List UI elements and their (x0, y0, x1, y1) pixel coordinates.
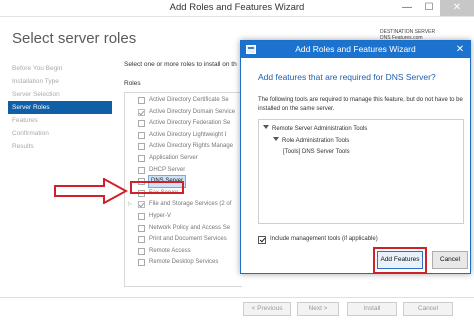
role-checkbox[interactable] (138, 224, 145, 232)
role-row[interactable]: DHCP Server (125, 165, 242, 176)
role-checkbox[interactable] (138, 131, 145, 139)
role-checkbox[interactable] (138, 247, 145, 255)
role-row[interactable]: Application Server (125, 153, 242, 164)
role-label: Active Directory Rights Manage (149, 143, 234, 150)
wizard-cancel-button[interactable]: Cancel (403, 302, 453, 316)
role-row[interactable]: Active Directory Rights Manage (125, 141, 242, 152)
role-label: DHCP Server (149, 166, 186, 173)
tree-item: Remote Server Administration Tools (263, 125, 367, 132)
close-button[interactable]: ✕ (440, 0, 474, 16)
role-row[interactable]: Active Directory Federation Se (125, 118, 242, 129)
role-label: Active Directory Federation Se (149, 120, 231, 127)
next-button[interactable]: Next > (297, 302, 339, 316)
role-label: Print and Document Services (149, 236, 227, 243)
tree-item-label: Role Administration Tools (282, 138, 350, 144)
dialog-description: The following tools are required to mana… (258, 97, 463, 112)
role-row[interactable]: Remote Desktop Services (125, 257, 242, 268)
role-checkbox[interactable] (138, 166, 145, 174)
dialog-title: Add Roles and Features Wizard (295, 44, 416, 54)
add-features-dialog: Add Roles and Features Wizard ✕ Add feat… (240, 40, 471, 274)
maximize-button[interactable]: ☐ (418, 0, 440, 16)
tree-item: [Tools] DNS Server Tools (283, 149, 350, 155)
dialog-cancel-button[interactable]: Cancel (432, 251, 468, 269)
role-checkbox[interactable] (138, 259, 145, 267)
tree-item-label: Remote Server Administration Tools (272, 126, 368, 132)
dns-server-highlight-box (130, 181, 184, 194)
role-row[interactable]: Network Policy and Access Se (125, 223, 242, 234)
role-row[interactable]: Active Directory Domain Service (125, 107, 242, 118)
include-management-tools-label[interactable]: Include management tools (if applicable) (270, 236, 378, 242)
role-label: Remote Desktop Services (149, 259, 219, 266)
role-label: Remote Access (149, 247, 191, 254)
page-title: Select server roles (12, 30, 137, 47)
role-checkbox[interactable] (138, 120, 145, 128)
role-row[interactable]: Active Directory Certificate Se (125, 95, 242, 106)
roles-column-header: Roles (124, 80, 141, 87)
nav-item-before-you-begin[interactable]: Before You Begin (8, 62, 112, 75)
nav-item-server-roles[interactable]: Server Roles (8, 101, 112, 114)
role-label: Active Directory Domain Service (149, 108, 236, 115)
role-label: Hyper-V (149, 213, 172, 219)
tree-item-label: [Tools] DNS Server Tools (283, 149, 350, 155)
role-checkbox[interactable] (138, 201, 145, 209)
wizard-titlebar: Add Roles and Features Wizard — ☐ ✕ (0, 0, 474, 17)
required-features-tree: Remote Server Administration Tools Role A… (258, 119, 464, 224)
role-checkbox[interactable] (138, 97, 145, 104)
nav-item-results[interactable]: Results (8, 140, 112, 153)
dialog-titlebar: Add Roles and Features Wizard ✕ (241, 41, 470, 58)
tree-item: Role Administration Tools (273, 137, 349, 144)
role-row[interactable]: Remote Access (125, 246, 242, 257)
role-checkbox[interactable] (138, 213, 145, 220)
footer-divider (0, 297, 474, 298)
previous-button[interactable]: < Previous (243, 302, 291, 316)
role-row[interactable]: Hyper-V (125, 211, 242, 222)
nav-item-installation-type[interactable]: Installation Type (8, 75, 112, 88)
expanded-triangle-icon[interactable] (263, 125, 269, 129)
role-label: Application Server (149, 155, 198, 161)
role-checkbox[interactable] (138, 108, 145, 116)
dialog-close-icon[interactable]: ✕ (452, 42, 468, 57)
role-label: Active Directory Lightweight I (149, 131, 227, 138)
add-features-button[interactable]: Add Features (377, 251, 423, 269)
wizard-nav: Before You Begin Installation Type Server … (8, 62, 112, 153)
instruction-text: Select one or more roles to install on t… (124, 61, 237, 68)
install-button[interactable]: Install (347, 302, 397, 316)
role-row[interactable]: ▷ File and Storage Services (2 of (125, 199, 242, 210)
nav-item-features[interactable]: Features (8, 114, 112, 127)
nav-item-server-selection[interactable]: Server Selection (8, 88, 112, 101)
role-checkbox[interactable] (138, 143, 145, 151)
minimize-button[interactable]: — (396, 0, 418, 16)
role-checkbox[interactable] (138, 155, 145, 162)
dialog-heading: Add features that are required for DNS S… (258, 72, 436, 82)
role-label: File and Storage Services (2 of (149, 201, 232, 208)
role-label: Network Policy and Access Se (149, 224, 231, 231)
role-checkbox[interactable] (138, 236, 145, 244)
include-management-tools-checkbox[interactable] (258, 236, 266, 244)
expand-chevron-icon[interactable]: ▷ (128, 199, 132, 210)
role-row[interactable]: Print and Document Services (125, 234, 242, 245)
role-label: Active Directory Certificate Se (149, 97, 229, 103)
role-row[interactable]: Active Directory Lightweight I (125, 130, 242, 141)
expanded-triangle-icon[interactable] (273, 137, 279, 141)
red-arrow-annotation (54, 178, 128, 204)
nav-item-confirmation[interactable]: Confirmation (8, 127, 112, 140)
